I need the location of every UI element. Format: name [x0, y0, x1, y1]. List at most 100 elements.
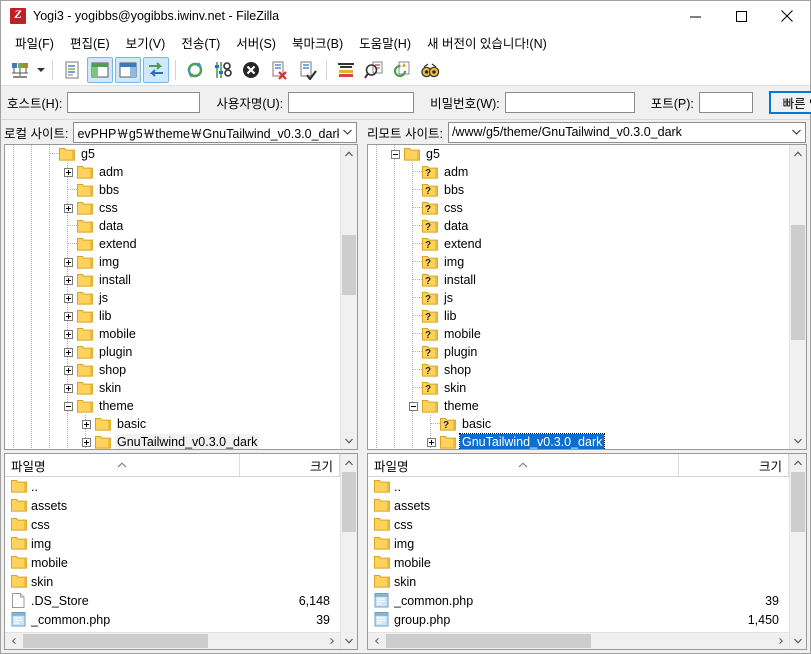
tree-expander-cell[interactable]	[59, 397, 77, 415]
tree-expander-cell[interactable]	[59, 271, 77, 289]
scroll-down-icon[interactable]	[341, 632, 357, 649]
remote-tree-scroll-thumb[interactable]	[791, 225, 805, 340]
collapse-icon[interactable]	[408, 401, 418, 411]
tree-item[interactable]: ? lib	[368, 307, 789, 325]
tree-item[interactable]: js	[5, 289, 340, 307]
scroll-up-icon[interactable]	[341, 145, 357, 162]
tree-item[interactable]: extend	[5, 235, 340, 253]
site-manager-dropdown-icon[interactable]	[34, 57, 47, 83]
remote-file-list[interactable]: 파일명 크기 .. assets css img mobile skin _common.p…	[367, 453, 807, 650]
tree-expander-cell[interactable]	[386, 145, 404, 163]
file-list-row[interactable]: .DS_Store 6,148	[5, 591, 340, 610]
tree-item[interactable]: ? bbs	[368, 181, 789, 199]
find-files-icon[interactable]	[417, 57, 443, 83]
chevron-down-icon[interactable]	[788, 129, 805, 135]
expand-icon[interactable]	[63, 167, 73, 177]
scroll-down-icon[interactable]	[790, 632, 806, 649]
site-manager-icon[interactable]	[7, 57, 33, 83]
tree-expander-cell[interactable]	[77, 433, 95, 449]
local-list-vscrollbar[interactable]	[340, 454, 357, 649]
file-list-row[interactable]: ..	[5, 477, 340, 496]
tree-item[interactable]: g5	[368, 145, 789, 163]
file-list-row[interactable]: skin	[5, 572, 340, 591]
menu-new-version[interactable]: 새 버전이 있습니다!(N)	[419, 31, 555, 55]
tree-item[interactable]: shop	[5, 361, 340, 379]
expand-icon[interactable]	[63, 203, 73, 213]
menu-file[interactable]: 파일(F)	[7, 31, 62, 55]
quickconnect-button[interactable]: 빠른 연결(Q)	[768, 91, 811, 114]
scroll-right-icon[interactable]	[323, 633, 340, 650]
expand-icon[interactable]	[63, 329, 73, 339]
file-list-row[interactable]: group.php 1,450	[368, 610, 789, 629]
toggle-remote-tree-icon[interactable]	[115, 56, 141, 83]
tree-item[interactable]: install	[5, 271, 340, 289]
local-path-combo[interactable]: evPHP￦g5￦theme￦GnuTailwind_v0.3.0_dark￦	[73, 121, 357, 143]
password-input[interactable]	[504, 92, 635, 113]
tree-item[interactable]: img	[5, 253, 340, 271]
tree-expander-cell[interactable]	[422, 433, 440, 449]
file-list-row[interactable]: img	[368, 534, 789, 553]
tree-item[interactable]: lib	[5, 307, 340, 325]
scroll-left-icon[interactable]	[5, 633, 22, 650]
menu-bookmarks[interactable]: 북마크(B)	[284, 31, 351, 55]
tree-expander-cell[interactable]	[404, 397, 422, 415]
remote-tree-vscrollbar[interactable]	[789, 145, 806, 449]
remote-list-hscroll-thumb[interactable]	[386, 634, 591, 648]
tree-item[interactable]: plugin	[5, 343, 340, 361]
username-input[interactable]	[288, 92, 415, 113]
menu-edit[interactable]: 편집(E)	[62, 31, 118, 55]
port-input[interactable]	[698, 92, 753, 113]
close-button[interactable]	[764, 1, 810, 31]
tree-expander-cell[interactable]	[59, 325, 77, 343]
expand-icon[interactable]	[63, 311, 73, 321]
menu-view[interactable]: 보기(V)	[118, 31, 174, 55]
expand-icon[interactable]	[63, 383, 73, 393]
tree-item[interactable]: data	[5, 217, 340, 235]
file-list-row[interactable]: ..	[368, 477, 789, 496]
file-list-row[interactable]: assets	[368, 496, 789, 515]
tree-item[interactable]: g5	[5, 145, 340, 163]
remote-list-hscrollbar[interactable]	[368, 632, 789, 649]
file-list-row[interactable]: skin	[368, 572, 789, 591]
tree-expander-cell[interactable]	[59, 253, 77, 271]
tree-item[interactable]: ? data	[368, 217, 789, 235]
expand-icon[interactable]	[63, 257, 73, 267]
tree-expander-cell[interactable]	[59, 361, 77, 379]
compare-directories-icon[interactable]	[361, 57, 387, 83]
local-col-size[interactable]: 크기	[240, 454, 340, 476]
expand-icon[interactable]	[81, 419, 91, 429]
tree-item[interactable]: basic	[5, 415, 340, 433]
synchronized-browsing-icon[interactable]	[389, 57, 415, 83]
reconnect-icon[interactable]	[294, 57, 320, 83]
expand-icon[interactable]	[63, 293, 73, 303]
filter-icon[interactable]	[333, 57, 359, 83]
scroll-up-icon[interactable]	[790, 145, 806, 162]
cancel-operation-icon[interactable]	[238, 57, 264, 83]
local-list-hscrollbar[interactable]	[5, 632, 340, 649]
scroll-up-icon[interactable]	[341, 454, 357, 471]
file-list-row[interactable]: assets	[5, 496, 340, 515]
tree-item[interactable]: ? install	[368, 271, 789, 289]
expand-icon[interactable]	[63, 275, 73, 285]
refresh-icon[interactable]	[182, 57, 208, 83]
local-tree-scroll-thumb[interactable]	[342, 235, 356, 295]
tree-item[interactable]: ? css	[368, 199, 789, 217]
tree-expander-cell[interactable]	[59, 289, 77, 307]
tree-item[interactable]: ? adm	[368, 163, 789, 181]
local-file-list[interactable]: 파일명 크기 .. assets css img mobile skin .DS_Store…	[4, 453, 358, 650]
local-tree-vscrollbar[interactable]	[340, 145, 357, 449]
menu-help[interactable]: 도움말(H)	[351, 31, 419, 55]
expand-icon[interactable]	[63, 365, 73, 375]
tree-item[interactable]: ? shop	[368, 361, 789, 379]
menu-transfer[interactable]: 전송(T)	[173, 31, 228, 55]
scroll-down-icon[interactable]	[790, 432, 806, 449]
file-list-row[interactable]: css	[368, 515, 789, 534]
remote-path-combo[interactable]: /www/g5/theme/GnuTailwind_v0.3.0_dark	[447, 121, 806, 143]
tree-item[interactable]: theme	[368, 397, 789, 415]
menu-server[interactable]: 서버(S)	[228, 31, 284, 55]
tree-expander-cell[interactable]	[59, 163, 77, 181]
tree-item[interactable]: mobile	[5, 325, 340, 343]
process-queue-icon[interactable]	[210, 57, 236, 83]
tree-item[interactable]: ? basic	[368, 415, 789, 433]
remote-col-size[interactable]: 크기	[679, 454, 789, 476]
